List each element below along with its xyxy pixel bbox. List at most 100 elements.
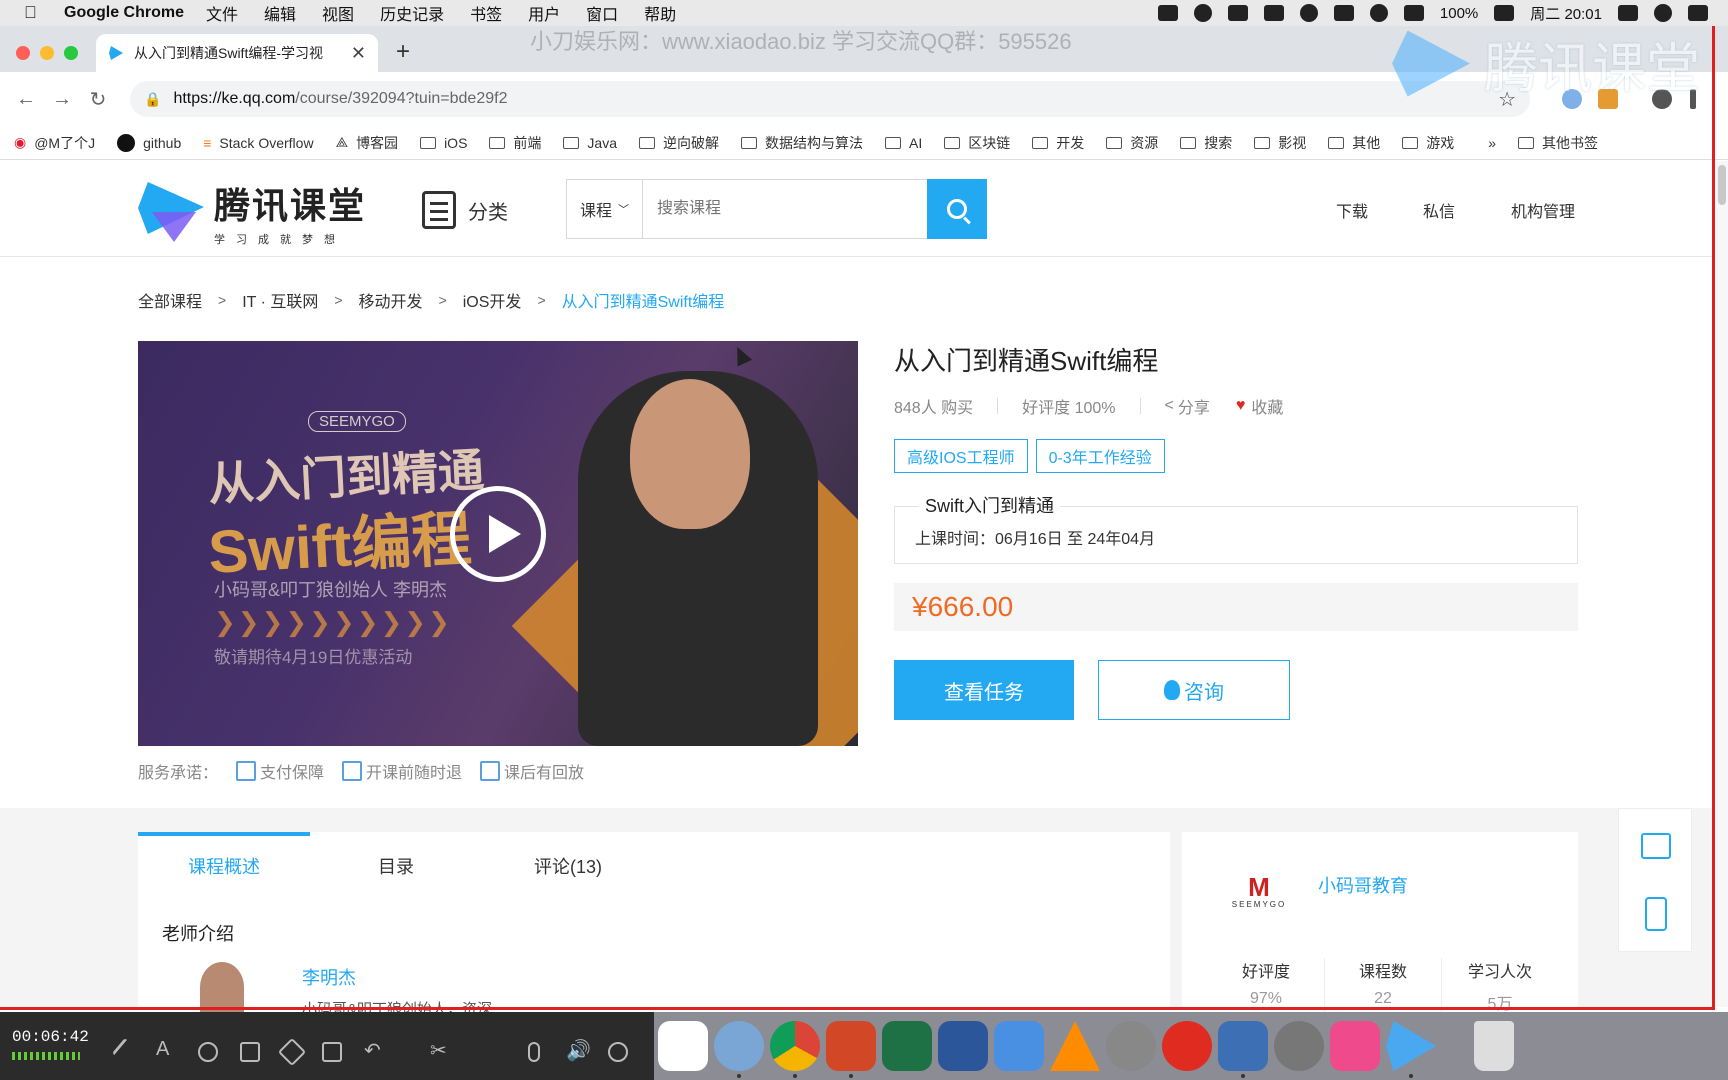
trash-can-icon[interactable] xyxy=(1474,1021,1514,1071)
tag-senior-ios[interactable]: 高级IOS工程师 xyxy=(894,439,1028,473)
course-plan-box[interactable]: Swift入门到精通 上课时间：06月16日 至 24年04月 xyxy=(894,492,1578,564)
nav-org-manage[interactable]: 机构管理 xyxy=(1511,198,1575,222)
menu-help[interactable]: 帮助 xyxy=(644,1,676,25)
text-tool-icon[interactable]: A xyxy=(156,1038,176,1060)
heart-icon[interactable]: ♥ xyxy=(1236,397,1246,415)
menu-file[interactable]: 文件 xyxy=(206,1,238,25)
reload-icon[interactable]: ↻ xyxy=(80,87,116,112)
speaker-icon[interactable]: 🔊 xyxy=(566,1038,591,1062)
bookmark-folder-resources[interactable]: 资源 xyxy=(1106,133,1158,153)
bookmark-folder-frontend[interactable]: 前端 xyxy=(489,133,541,153)
scrollbar-thumb[interactable] xyxy=(1718,165,1726,205)
org-name[interactable]: 小码哥教育 xyxy=(1318,872,1408,898)
eraser-icon[interactable] xyxy=(277,1037,307,1067)
bookmark-weibo[interactable]: ◉ @M了个J xyxy=(14,133,95,153)
consult-button[interactable]: 咨询 xyxy=(1098,660,1290,720)
pen-icon[interactable] xyxy=(111,1037,141,1067)
menu-edit[interactable]: 编辑 xyxy=(264,1,296,25)
tencent-classroom-app-icon[interactable] xyxy=(1386,1021,1436,1071)
bookmark-stackoverflow[interactable]: ≡ Stack Overflow xyxy=(203,135,313,151)
minimize-window-button[interactable] xyxy=(40,46,54,60)
forward-arrow-icon[interactable]: → xyxy=(44,88,80,111)
bookmark-folder-games[interactable]: 游戏 xyxy=(1402,133,1454,153)
bookmark-folder-search[interactable]: 搜索 xyxy=(1180,133,1232,153)
scrobble-icon[interactable] xyxy=(1618,5,1638,21)
bookmark-folder-dev[interactable]: 开发 xyxy=(1032,133,1084,153)
breadcrumb-it-internet[interactable]: IT · 互联网 xyxy=(242,288,318,312)
breadcrumb-mobile-dev[interactable]: 移动开发 xyxy=(359,288,423,312)
share-button[interactable]: 分享 xyxy=(1178,394,1210,418)
eject-icon[interactable] xyxy=(1403,5,1424,21)
feedback-message-icon[interactable] xyxy=(1641,833,1671,859)
trash-icon[interactable] xyxy=(322,1042,342,1062)
undo-icon[interactable]: ↶ xyxy=(364,1038,384,1062)
breadcrumb-all-courses[interactable]: 全部课程 xyxy=(138,288,202,312)
bookmark-folder-java[interactable]: Java xyxy=(563,135,617,151)
bookmark-folder-other[interactable]: 其他 xyxy=(1328,133,1380,153)
browser-tab-active[interactable]: 从入门到精通Swift编程-学习视 ✕ xyxy=(96,34,378,72)
bookmark-folder-video[interactable]: 影视 xyxy=(1254,133,1306,153)
play-icon[interactable] xyxy=(450,486,546,582)
powerpoint-app-icon[interactable] xyxy=(826,1021,876,1071)
bookmark-cnblogs[interactable]: ⟁ 博客园 xyxy=(336,133,399,153)
spotlight-icon[interactable] xyxy=(1654,4,1672,22)
address-bar[interactable]: 🔒 https://ke.qq.com /course/392094?tuin=… xyxy=(130,81,1530,117)
bookmarks-overflow-button[interactable]: » xyxy=(1488,135,1496,151)
tencent-classroom-logo[interactable]: 腾讯课堂 学习成就梦想 xyxy=(138,177,366,247)
close-tab-icon[interactable]: ✕ xyxy=(351,43,366,64)
search-type-select[interactable]: 课程 ﹀ xyxy=(567,180,643,238)
baidu-netdisk-icon[interactable] xyxy=(658,1021,708,1071)
smiley-icon[interactable] xyxy=(1193,4,1212,22)
apple-icon[interactable]:  xyxy=(24,3,48,23)
wifi-icon[interactable] xyxy=(1369,4,1388,22)
favorite-button[interactable]: 收藏 xyxy=(1251,394,1283,418)
teacher-name[interactable]: 李明杰 xyxy=(302,964,356,990)
teacher-avatar[interactable] xyxy=(200,962,244,1012)
course-video-player[interactable]: SEEMYGO 从入门到精通 Swift编程 小码哥&叩丁狼创始人 李明杰 ❯❯… xyxy=(138,341,858,746)
microphone-icon[interactable] xyxy=(528,1042,540,1062)
clock[interactable]: 周二 20:01 xyxy=(1530,3,1602,24)
input-method-icon[interactable] xyxy=(1263,5,1284,21)
other-bookmarks-folder[interactable]: 其他书签 xyxy=(1518,133,1598,153)
category-menu[interactable]: 分类 xyxy=(422,191,508,229)
circle-tool-icon[interactable] xyxy=(198,1042,218,1062)
bookmark-folder-blockchain[interactable]: 区块链 xyxy=(944,133,1010,153)
share-icon[interactable]: < xyxy=(1165,397,1174,415)
notes-app-icon[interactable] xyxy=(994,1021,1044,1071)
bookmark-folder-algorithms[interactable]: 数据结构与算法 xyxy=(740,133,863,153)
word-app-icon[interactable] xyxy=(938,1021,988,1071)
tab-overview[interactable]: 课程概述 xyxy=(138,832,310,902)
mobile-phone-icon[interactable] xyxy=(1645,897,1667,931)
screenshot-app-icon[interactable] xyxy=(1218,1021,1268,1071)
cleanmymac-app-icon[interactable] xyxy=(1330,1021,1380,1071)
microphone-icon[interactable] xyxy=(1227,5,1248,21)
search-button[interactable] xyxy=(927,179,987,239)
view-tasks-button[interactable]: 查看任务 xyxy=(894,660,1074,720)
qq-icon[interactable] xyxy=(1299,4,1318,22)
nav-download[interactable]: 下载 xyxy=(1336,198,1368,222)
scissors-icon[interactable]: ✂ xyxy=(430,1038,450,1062)
notification-icon[interactable] xyxy=(1333,5,1354,21)
menu-window[interactable]: 窗口 xyxy=(586,1,618,25)
bookmark-github[interactable]: github xyxy=(117,133,181,152)
page-scrollbar[interactable] xyxy=(1716,161,1728,1007)
menu-history[interactable]: 历史记录 xyxy=(380,1,444,25)
breadcrumb-ios-dev[interactable]: iOS开发 xyxy=(463,288,522,312)
breadcrumb-current[interactable]: 从入门到精通Swift编程 xyxy=(562,288,725,312)
close-window-button[interactable] xyxy=(16,46,30,60)
bookmark-folder-ios[interactable]: iOS xyxy=(420,135,467,151)
tag-experience[interactable]: 0-3年工作经验 xyxy=(1035,439,1165,473)
system-preferences-icon[interactable] xyxy=(1274,1021,1324,1071)
app-name-menu[interactable]: Google Chrome xyxy=(64,4,184,22)
chrome-app-icon[interactable] xyxy=(770,1021,820,1071)
menu-bookmarks[interactable]: 书签 xyxy=(470,1,502,25)
vlc-app-icon[interactable] xyxy=(1050,1021,1100,1071)
safari-app-icon[interactable] xyxy=(714,1021,764,1071)
back-arrow-icon[interactable]: ← xyxy=(8,88,44,111)
camera-icon[interactable] xyxy=(1157,5,1178,21)
rectangle-tool-icon[interactable] xyxy=(240,1042,260,1062)
netease-music-app-icon[interactable] xyxy=(1162,1021,1212,1071)
menu-people[interactable]: 用户 xyxy=(528,1,560,25)
tab-reviews[interactable]: 评论(13) xyxy=(482,832,654,902)
menu-view[interactable]: 视图 xyxy=(322,1,354,25)
